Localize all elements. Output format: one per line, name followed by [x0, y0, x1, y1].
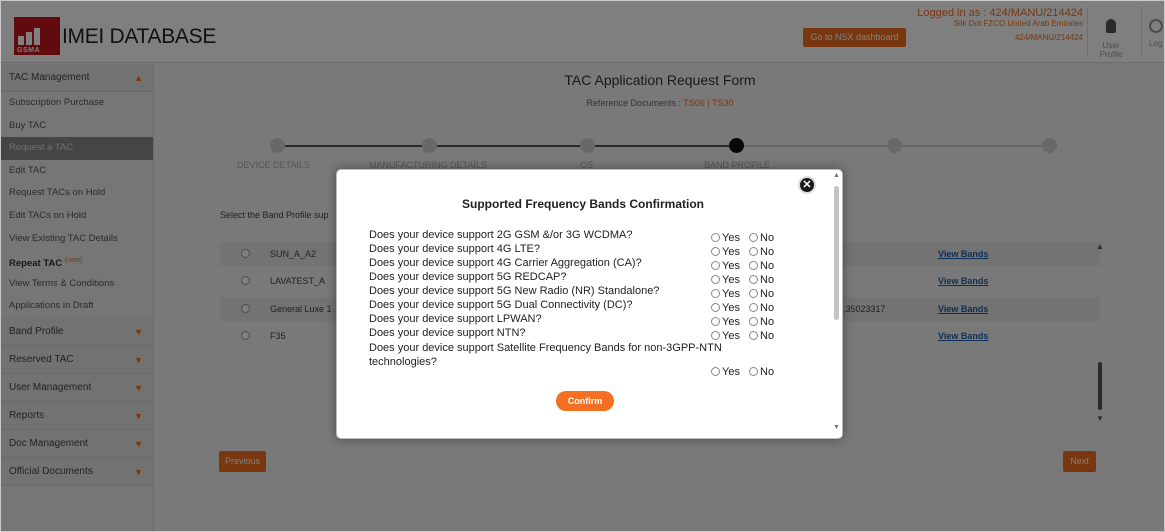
question-text: Does your device support 4G LTE?: [369, 243, 540, 255]
no-label: No: [760, 302, 775, 314]
question-text: Does your device support 5G Dual Connect…: [369, 299, 633, 311]
yes-no-options: Yes No: [711, 316, 780, 328]
no-label: No: [760, 288, 775, 300]
modal-title: Supported Frequency Bands Confirmation: [462, 197, 705, 211]
yes-no-options: Yes No: [711, 302, 780, 314]
frequency-bands-modal: ✕ Supported Frequency Bands Confirmation…: [336, 169, 843, 439]
yes-no-options: Yes No: [711, 232, 780, 244]
question-text: Does your device support LPWAN?: [369, 313, 542, 325]
no-label: No: [760, 232, 775, 244]
no-radio[interactable]: No: [749, 260, 774, 272]
yes-label: Yes: [722, 330, 740, 342]
question-text: Does your device support 5G REDCAP?: [369, 271, 567, 283]
no-radio[interactable]: No: [749, 316, 774, 328]
yes-radio[interactable]: Yes: [711, 302, 740, 314]
no-radio[interactable]: No: [749, 366, 774, 378]
yes-label: Yes: [722, 260, 740, 272]
question-text: Does your device support 2G GSM &/or 3G …: [369, 229, 633, 241]
no-radio[interactable]: No: [749, 302, 774, 314]
no-label: No: [760, 246, 775, 258]
confirm-button[interactable]: Confirm: [556, 391, 614, 411]
yes-label: Yes: [722, 274, 740, 286]
yes-radio[interactable]: Yes: [711, 366, 740, 378]
yes-no-options: Yes No: [711, 260, 780, 272]
yes-radio[interactable]: Yes: [711, 330, 740, 342]
yes-no-options: Yes No: [711, 288, 780, 300]
app-frame: GSMA IMEI DATABASE Go to NSX dashboard L…: [0, 0, 1165, 532]
yes-radio[interactable]: Yes: [711, 274, 740, 286]
question-text: Does your device support Satellite Frequ…: [369, 342, 722, 368]
yes-no-options: Yes No: [711, 246, 780, 258]
no-label: No: [760, 330, 775, 342]
no-label: No: [760, 260, 775, 272]
yes-radio[interactable]: Yes: [711, 316, 740, 328]
yes-radio[interactable]: Yes: [711, 288, 740, 300]
yes-radio[interactable]: Yes: [711, 260, 740, 272]
no-radio[interactable]: No: [749, 288, 774, 300]
yes-radio[interactable]: Yes: [711, 232, 740, 244]
question-text: Does your device support 4G Carrier Aggr…: [369, 257, 642, 269]
no-radio[interactable]: No: [749, 232, 774, 244]
yes-label: Yes: [722, 232, 740, 244]
question-text: Does your device support NTN?: [369, 327, 526, 339]
no-radio[interactable]: No: [749, 246, 774, 258]
yes-no-options: Yes No: [711, 330, 780, 342]
scrollbar-thumb[interactable]: [834, 186, 839, 320]
no-radio[interactable]: No: [749, 274, 774, 286]
no-label: No: [760, 274, 775, 286]
modal-scrollbar[interactable]: ▲ ▼: [833, 170, 841, 438]
yes-radio[interactable]: Yes: [711, 246, 740, 258]
yes-label: Yes: [722, 302, 740, 314]
scroll-down-icon[interactable]: ▼: [833, 424, 840, 431]
question-text: Does your device support 5G New Radio (N…: [369, 285, 660, 297]
yes-no-options: Yes No: [711, 366, 780, 378]
yes-label: Yes: [722, 366, 740, 378]
yes-label: Yes: [722, 288, 740, 300]
no-radio[interactable]: No: [749, 330, 774, 342]
scroll-up-icon[interactable]: ▲: [833, 172, 840, 179]
yes-label: Yes: [722, 246, 740, 258]
yes-no-options: Yes No: [711, 274, 780, 286]
yes-label: Yes: [722, 316, 740, 328]
close-icon[interactable]: ✕: [798, 176, 816, 194]
no-label: No: [760, 316, 775, 328]
no-label: No: [760, 366, 775, 378]
